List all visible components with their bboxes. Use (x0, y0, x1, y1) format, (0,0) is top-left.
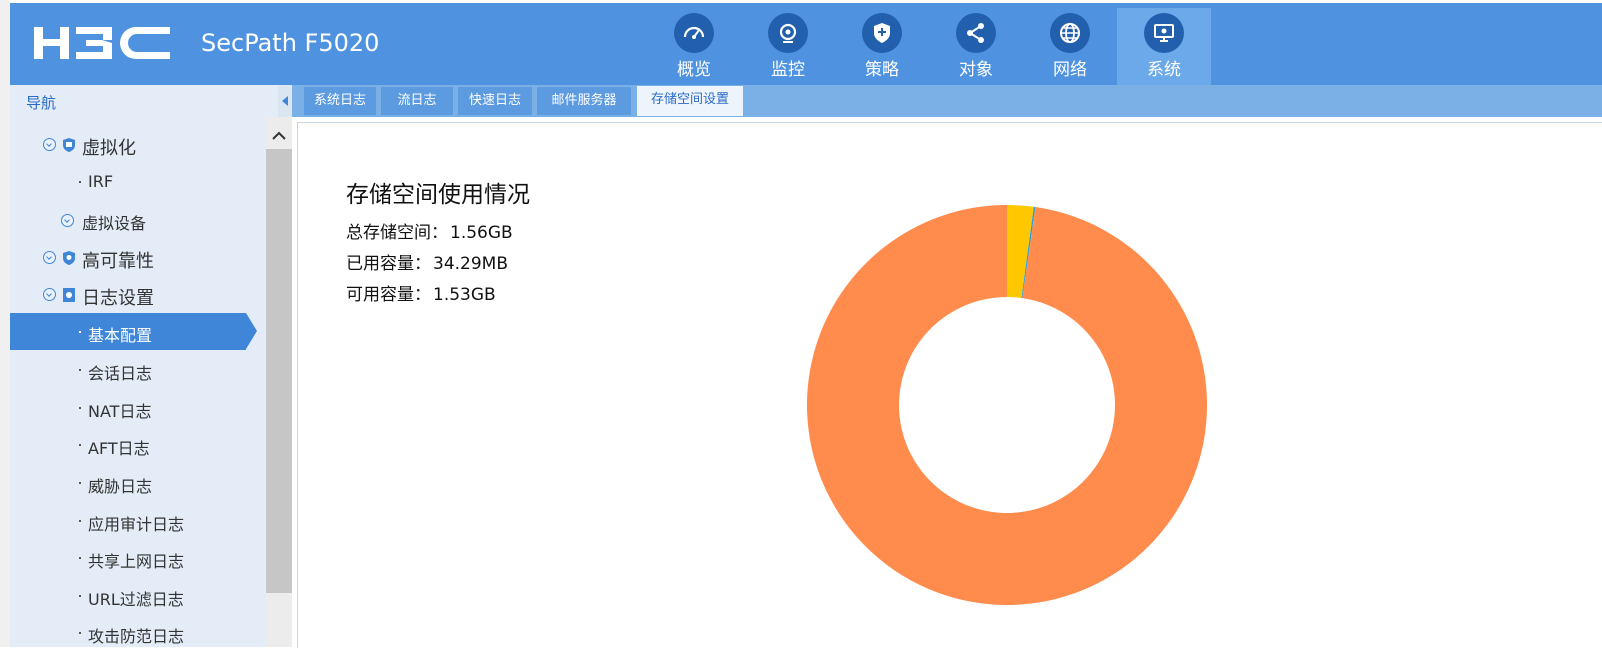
sidebar-item-log-settings[interactable]: 日志设置 (10, 279, 266, 309)
collapse-sidebar-button[interactable] (278, 85, 292, 117)
bullet (79, 632, 81, 634)
nav-label: 网络 (1053, 60, 1087, 80)
system-icon (1144, 13, 1184, 53)
total-storage-label: 总存储空间： (346, 223, 448, 243)
sidebar-item-app-audit-log[interactable]: 应用审计日志 (10, 506, 266, 536)
monitor-icon (768, 13, 808, 53)
nav-label: 对象 (959, 60, 993, 80)
sidebar-item-attack-defense-log[interactable]: 攻击防范日志 (10, 618, 266, 647)
sidebar-item-nat-log[interactable]: NAT日志 (10, 393, 266, 423)
virtualization-icon (63, 138, 75, 152)
sidebar-item-url-filter-log[interactable]: URL过滤日志 (10, 581, 266, 611)
tab-fast-log[interactable]: 快速日志 (458, 87, 532, 115)
nav-network[interactable]: 网络 (1023, 8, 1117, 86)
expand-toggle-icon (43, 251, 56, 264)
nav-label: 策略 (865, 60, 899, 80)
nav-overview[interactable]: 概览 (647, 8, 741, 86)
shield-icon (63, 251, 75, 265)
dashboard-icon (674, 13, 714, 53)
total-storage-value: 1.56GB (450, 223, 513, 243)
free-storage-value: 1.53GB (433, 285, 496, 305)
sidebar-nav: 虚拟化 IRF 虚拟设备 高可靠性 日志设置 基本配置 会话日志 NAT日志 A… (10, 117, 266, 647)
bullet (79, 331, 81, 333)
share-icon (956, 13, 996, 53)
bullet (79, 444, 81, 446)
total-storage: 总存储空间： 1.56GB (346, 218, 513, 243)
shield-icon (862, 13, 902, 53)
bullet (79, 557, 81, 559)
globe-icon (1050, 13, 1090, 53)
bullet (79, 181, 81, 183)
nav-label: 概览 (677, 60, 711, 80)
sidebar-item-virtualization[interactable]: 虚拟化 (10, 129, 266, 159)
scrollbar-thumb[interactable] (266, 149, 292, 593)
sidebar-title: 导航 (26, 94, 57, 112)
window-gutter (0, 0, 10, 647)
product-name: SecPath F5020 (201, 29, 380, 57)
tab-system-log[interactable]: 系统日志 (304, 87, 376, 115)
caret-left-icon (282, 96, 288, 106)
sidebar-scrollbar[interactable] (266, 117, 292, 647)
used-storage-label: 已用容量： (346, 254, 431, 274)
top-header: SecPath F5020 概览 监控 策略 对象 网络 系统 (10, 3, 1602, 86)
sidebar-header: 导航 (10, 85, 278, 117)
nav-system[interactable]: 系统 (1117, 8, 1211, 86)
nav-policy[interactable]: 策略 (835, 8, 929, 86)
storage-donut-chart (807, 205, 1207, 605)
nav-monitor[interactable]: 监控 (741, 8, 835, 86)
nav-label: 监控 (771, 60, 805, 80)
nav-label: 系统 (1147, 60, 1181, 80)
used-storage-value: 34.29MB (433, 254, 508, 274)
sidebar-item-aft-log[interactable]: AFT日志 (10, 430, 266, 460)
expand-toggle-icon (61, 214, 74, 227)
tab-mail-server[interactable]: 邮件服务器 (537, 87, 631, 115)
tab-flow-log[interactable]: 流日志 (381, 87, 453, 115)
h3c-logo (34, 27, 170, 59)
free-storage: 可用容量： 1.53GB (346, 280, 496, 305)
sidebar-item-irf[interactable]: IRF (10, 167, 266, 197)
sidebar-item-threat-log[interactable]: 威胁日志 (10, 468, 266, 498)
used-storage: 已用容量： 34.29MB (346, 249, 508, 274)
bullet (79, 595, 81, 597)
bullet (79, 520, 81, 522)
expand-toggle-icon (43, 288, 56, 301)
bullet (79, 407, 81, 409)
chevron-up-icon[interactable] (266, 125, 292, 147)
log-settings-icon (63, 288, 75, 302)
bullet (79, 482, 81, 484)
free-storage-label: 可用容量： (346, 285, 431, 305)
sidebar-item-basic-config[interactable]: 基本配置 (10, 317, 266, 347)
tab-storage-settings[interactable]: 存储空间设置 (637, 86, 743, 116)
sidebar-item-session-log[interactable]: 会话日志 (10, 355, 266, 385)
storage-title: 存储空间使用情况 (346, 182, 530, 208)
slice-free (807, 205, 1207, 605)
expand-toggle-icon (43, 138, 56, 151)
nav-objects[interactable]: 对象 (929, 8, 1023, 86)
sidebar-item-shared-access-log[interactable]: 共享上网日志 (10, 543, 266, 573)
sidebar-item-high-availability[interactable]: 高可靠性 (10, 242, 266, 272)
sidebar-item-virtual-device[interactable]: 虚拟设备 (10, 205, 266, 235)
tab-bar: 系统日志 流日志 快速日志 邮件服务器 存储空间设置 (292, 85, 1602, 117)
bullet (79, 369, 81, 371)
